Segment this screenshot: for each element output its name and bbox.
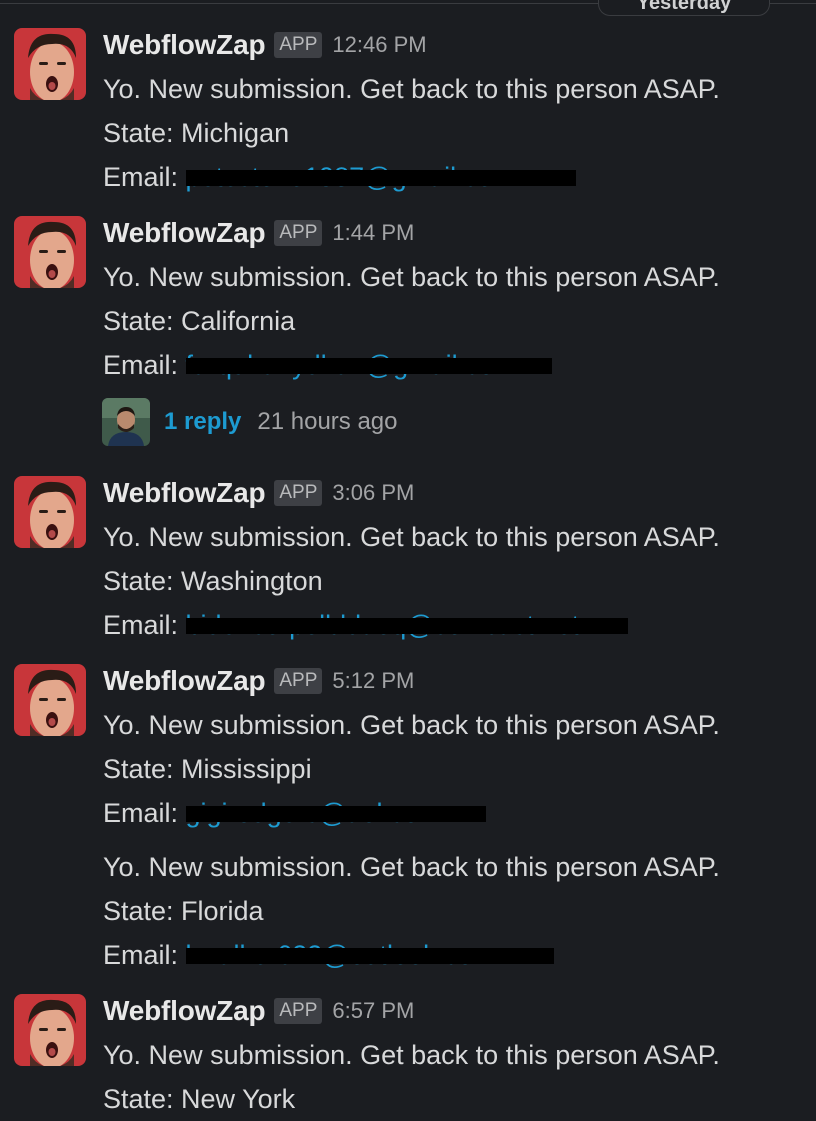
state-line: State: Florida	[103, 896, 264, 926]
email-label: Email:	[103, 798, 179, 828]
avatar[interactable]	[14, 664, 86, 736]
email-line: Email: farquhar.ydhan@gmail.com	[103, 343, 720, 387]
email-label: Email:	[103, 350, 179, 380]
sender-name[interactable]: WebflowZap	[103, 217, 266, 249]
app-badge: APP	[274, 480, 323, 506]
redaction-bar	[185, 618, 628, 634]
message-text: Yo. New submission. Get back to this per…	[103, 262, 720, 292]
date-divider-label: Yesterday	[636, 0, 732, 14]
app-badge: APP	[274, 998, 323, 1024]
sender-name[interactable]: WebflowZap	[103, 477, 266, 509]
app-badge: APP	[274, 32, 323, 58]
email-label: Email:	[103, 940, 179, 970]
email-link[interactable]: gigirodgers@aol.com	[185, 791, 486, 835]
message-text: Yo. New submission. Get back to this per…	[103, 74, 720, 104]
message-text: Yo. New submission. Get back to this per…	[103, 1040, 720, 1070]
message-text: Yo. New submission. Get back to this per…	[103, 852, 720, 882]
timestamp[interactable]: 12:46 PM	[332, 32, 426, 58]
message-text: Yo. New submission. Get back to this per…	[103, 522, 720, 552]
email-line: Email: petestone1987@gmail.com	[103, 155, 720, 199]
sender-name[interactable]: WebflowZap	[103, 665, 266, 697]
email-line: Email: gigirodgers@aol.com	[103, 791, 720, 835]
timestamp[interactable]: 5:12 PM	[332, 668, 414, 694]
email-line: Email: kwalker622@outlook.com	[103, 933, 720, 977]
state-line: State: Washington	[103, 566, 323, 596]
email-label: Email:	[103, 610, 179, 640]
app-badge: APP	[274, 668, 323, 694]
email-line: Email: bidencorpolbldaoq@comcast.net	[103, 603, 720, 647]
state-line: State: California	[103, 306, 296, 336]
redaction-bar	[185, 806, 486, 822]
state-line: State: Mississippi	[103, 754, 312, 784]
email-link[interactable]: kwalker622@outlook.com	[185, 933, 554, 977]
email-link[interactable]: farquhar.ydhan@gmail.com	[185, 343, 552, 387]
date-divider[interactable]: Yesterday	[598, 0, 770, 16]
timestamp[interactable]: 6:57 PM	[332, 998, 414, 1024]
state-line: State: Michigan	[103, 118, 290, 148]
reply-time: 21 hours ago	[257, 408, 398, 435]
message-text: Yo. New submission. Get back to this per…	[103, 710, 720, 740]
email-link[interactable]: petestone1987@gmail.com	[185, 155, 576, 199]
app-badge: APP	[274, 220, 323, 246]
avatar[interactable]	[14, 216, 86, 288]
email-label: Email:	[103, 162, 179, 192]
redaction-bar	[185, 170, 576, 186]
email-link[interactable]: bidencorpolbldaoq@comcast.net	[185, 603, 628, 647]
avatar[interactable]	[14, 476, 86, 548]
state-line: State: New York	[103, 1084, 296, 1114]
timestamp[interactable]: 3:06 PM	[332, 480, 414, 506]
avatar[interactable]	[14, 994, 86, 1066]
reply-count-link[interactable]: 1 reply	[164, 408, 241, 436]
timestamp[interactable]: 1:44 PM	[332, 220, 414, 246]
sender-name[interactable]: WebflowZap	[103, 29, 266, 61]
sender-name[interactable]: WebflowZap	[103, 995, 266, 1027]
avatar[interactable]	[14, 28, 86, 100]
thread-replies[interactable]: 1 reply 21 hours ago	[102, 398, 398, 446]
reply-avatar	[102, 398, 150, 446]
redaction-bar	[185, 358, 552, 374]
redaction-bar	[185, 948, 554, 964]
